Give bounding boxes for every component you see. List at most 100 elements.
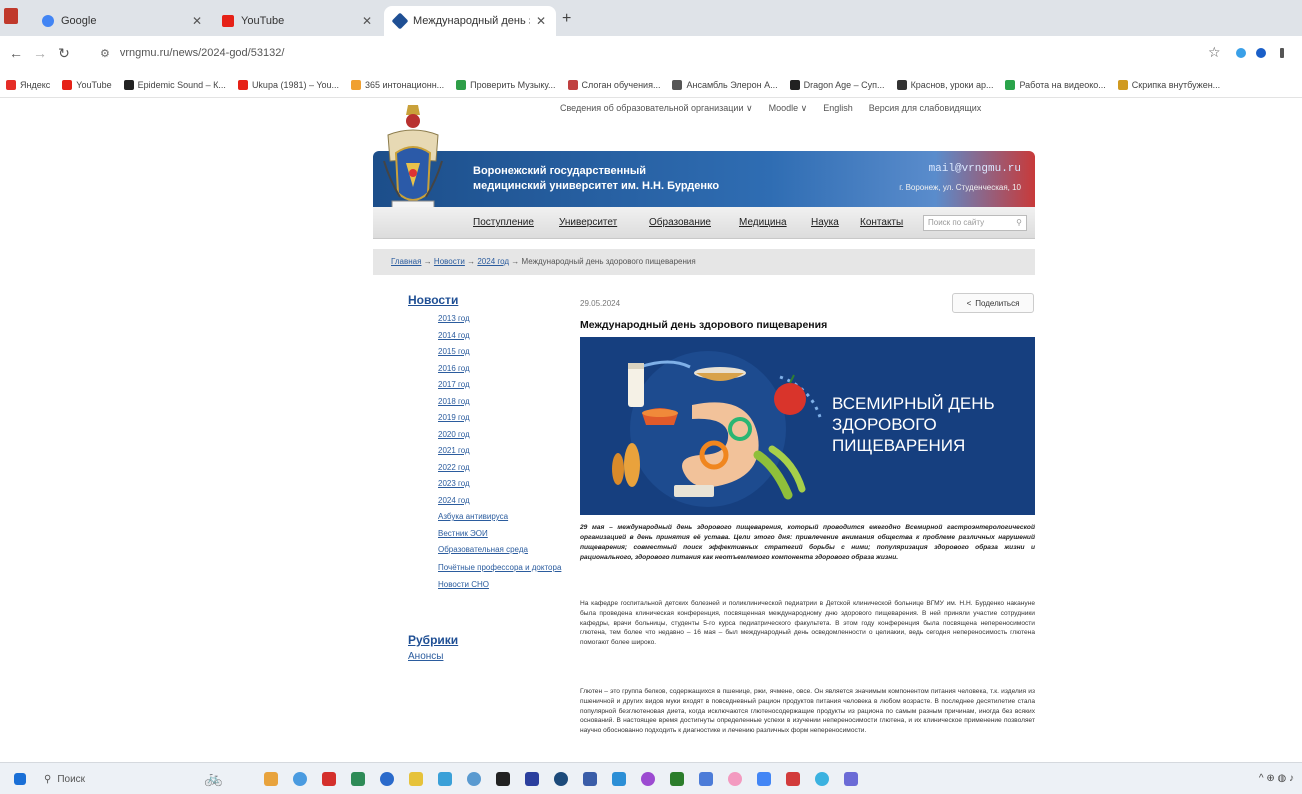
bookmark-favicon-icon bbox=[896, 79, 907, 90]
bookmark-item[interactable]: Ukupa (1981) – You... bbox=[237, 79, 339, 90]
taskbar-app-icon[interactable] bbox=[728, 772, 742, 786]
taskbar-app-icon[interactable] bbox=[815, 772, 829, 786]
taskbar-app-icon[interactable] bbox=[322, 772, 336, 786]
sidebar-rubrics-link[interactable]: Рубрики bbox=[408, 633, 458, 647]
sidebar-news-item[interactable]: Образовательная среда bbox=[438, 542, 578, 559]
sidebar-news-item[interactable]: 2015 год bbox=[438, 344, 578, 361]
top-link-moodle[interactable]: Moodle ∨ bbox=[769, 103, 808, 114]
bookmark-star-icon[interactable]: ☆ bbox=[1208, 44, 1221, 61]
sidebar-news-item[interactable]: Новости СНО bbox=[438, 577, 578, 594]
taskbar-app-icon[interactable] bbox=[467, 772, 481, 786]
taskbar-app-icon[interactable] bbox=[670, 772, 684, 786]
university-crest-logo[interactable] bbox=[378, 101, 448, 217]
nav-medicine[interactable]: Медицина bbox=[739, 217, 787, 228]
breadcrumb-home[interactable]: Главная bbox=[391, 257, 421, 266]
forward-icon[interactable]: → bbox=[32, 45, 48, 61]
taskbar-app-icon[interactable] bbox=[844, 772, 858, 786]
top-link-about[interactable]: Сведения об образовательной организации … bbox=[560, 103, 753, 114]
taskbar-app-icon[interactable] bbox=[699, 772, 713, 786]
menu-dots-icon[interactable] bbox=[1280, 48, 1284, 58]
breadcrumb-separator: → bbox=[511, 257, 520, 266]
bookmark-item[interactable]: YouTube bbox=[62, 79, 112, 90]
reload-icon[interactable]: ↻ bbox=[56, 45, 72, 62]
taskbar-app-icon[interactable] bbox=[496, 772, 510, 786]
sidebar-news-item[interactable]: Почётные профессора и доктора bbox=[438, 563, 578, 573]
sidebar-news-item[interactable]: 2014 год bbox=[438, 328, 578, 345]
top-link-english[interactable]: English bbox=[823, 103, 853, 114]
search-icon[interactable]: ⚲ bbox=[1016, 218, 1022, 228]
taskbar-app-icon[interactable] bbox=[351, 772, 365, 786]
taskbar-app-icon[interactable] bbox=[525, 772, 539, 786]
extension-icon[interactable] bbox=[1236, 48, 1246, 58]
sidebar-news-item[interactable]: Вестник ЭОИ bbox=[438, 526, 578, 543]
sidebar-news-item[interactable]: 2017 год bbox=[438, 377, 578, 394]
search-icon: ⚲ bbox=[44, 773, 52, 785]
taskbar-app-icon[interactable] bbox=[293, 772, 307, 786]
taskbar-app-icon[interactable] bbox=[641, 772, 655, 786]
back-icon[interactable]: ← bbox=[8, 45, 24, 61]
bookmark-item[interactable]: Яндекс bbox=[6, 79, 50, 90]
bookmark-item[interactable]: Epidemic Sound – К... bbox=[123, 79, 226, 90]
taskbar-app-icon[interactable] bbox=[583, 772, 597, 786]
article-title: Международный день здорового пищеварения bbox=[580, 319, 828, 331]
nav-university[interactable]: Университет bbox=[559, 217, 617, 228]
bookmark-item[interactable]: Работа на видеоко... bbox=[1005, 79, 1106, 90]
hero-caption-line: ПИЩЕВАРЕНИЯ bbox=[832, 436, 966, 455]
sidebar-news-item[interactable]: 2022 год bbox=[438, 460, 578, 477]
top-links: Сведения об образовательной организации … bbox=[560, 103, 981, 114]
sidebar-news-item[interactable]: 2020 год bbox=[438, 427, 578, 444]
bookmark-item[interactable]: Слоган обучения... bbox=[567, 79, 660, 90]
taskbar-app-icon[interactable] bbox=[757, 772, 771, 786]
contact-email[interactable]: mail@vrngmu.ru bbox=[929, 163, 1021, 175]
system-tray[interactable]: ^ ⊕ ◍ ♪ bbox=[1259, 773, 1294, 784]
tab-article[interactable]: Международный день здоро ✕ bbox=[384, 6, 556, 36]
site-favicon-icon bbox=[391, 12, 409, 30]
tab-google[interactable]: Google ✕ bbox=[32, 6, 212, 36]
breadcrumb-news[interactable]: Новости bbox=[434, 257, 465, 266]
nav-admission[interactable]: Поступление bbox=[473, 217, 534, 228]
taskbar-app-icon[interactable] bbox=[438, 772, 452, 786]
start-icon[interactable] bbox=[14, 773, 26, 785]
address-bar[interactable]: ⚙ vrngmu.ru/news/2024-god/53132/ bbox=[100, 42, 1180, 64]
nav-science[interactable]: Наука bbox=[811, 217, 839, 228]
web-page: Сведения об образовательной организации … bbox=[0, 99, 1302, 762]
top-link-accessibility[interactable]: Версия для слабовидящих bbox=[869, 103, 982, 114]
taskbar-app-icon[interactable] bbox=[264, 772, 278, 786]
sidebar-title-news[interactable]: Новости bbox=[408, 293, 458, 307]
bookmark-item[interactable]: Скрипка внутбужен... bbox=[1117, 79, 1220, 90]
taskbar-app-icon[interactable] bbox=[380, 772, 394, 786]
bookmark-item[interactable]: Краснов, уроки ар... bbox=[896, 79, 993, 90]
window-menu-icon[interactable] bbox=[4, 8, 18, 24]
site-search-input[interactable]: Поиск по сайту ⚲ bbox=[923, 215, 1027, 231]
close-icon[interactable]: ✕ bbox=[536, 14, 546, 28]
sidebar-news-item[interactable]: 2016 год bbox=[438, 361, 578, 378]
bookmark-item[interactable]: Dragon Age – Суп... bbox=[789, 79, 885, 90]
close-icon[interactable]: ✕ bbox=[362, 14, 372, 28]
bookmark-item[interactable]: Ансамбль Элерон А... bbox=[672, 79, 778, 90]
sidebar-news-item[interactable]: 2013 год bbox=[438, 311, 578, 328]
taskbar-app-icon[interactable] bbox=[786, 772, 800, 786]
bookmark-item[interactable]: Проверить Музыку... bbox=[456, 79, 556, 90]
sidebar-news-item[interactable]: 2023 год bbox=[438, 476, 578, 493]
close-icon[interactable]: ✕ bbox=[192, 14, 202, 28]
tab-youtube[interactable]: YouTube ✕ bbox=[212, 6, 382, 36]
share-button[interactable]: < Поделиться bbox=[952, 293, 1034, 313]
nav-contacts[interactable]: Контакты bbox=[860, 217, 903, 228]
bookmark-label: Работа на видеоко... bbox=[1019, 79, 1106, 90]
sidebar-news-item[interactable]: Азбука антивируса bbox=[438, 509, 578, 526]
bookmark-item[interactable]: 365 интонационн... bbox=[351, 79, 444, 90]
taskbar-app-icon[interactable] bbox=[409, 772, 423, 786]
sidebar-news-item[interactable]: 2021 год bbox=[438, 443, 578, 460]
sidebar-announcements-link[interactable]: Анонсы bbox=[408, 651, 443, 662]
breadcrumb-year[interactable]: 2024 год bbox=[477, 257, 509, 266]
new-tab-button[interactable]: + bbox=[562, 10, 571, 28]
profile-icon[interactable] bbox=[1256, 48, 1266, 58]
taskbar-app-icon[interactable] bbox=[612, 772, 626, 786]
sidebar-news-item[interactable]: 2019 год bbox=[438, 410, 578, 427]
site-info-icon[interactable]: ⚙ bbox=[100, 47, 110, 60]
nav-education[interactable]: Образование bbox=[649, 217, 711, 228]
sidebar-news-item[interactable]: 2024 год bbox=[438, 493, 578, 510]
sidebar-news-item[interactable]: 2018 год bbox=[438, 394, 578, 411]
taskbar-app-icon[interactable] bbox=[554, 772, 568, 786]
taskbar-search[interactable]: ⚲ Поиск bbox=[44, 770, 194, 788]
